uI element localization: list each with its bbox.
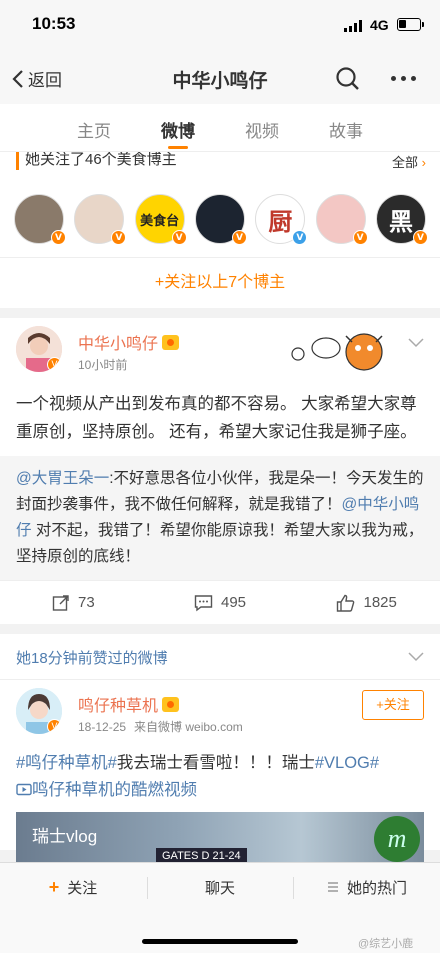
chevron-down-icon[interactable] [408,338,424,348]
page-title: 中华小鸣仔 [172,71,268,92]
watermark-text: @综艺小鹿 [358,938,414,950]
followed-avatar[interactable]: 厨V [255,194,308,245]
mention-link[interactable]: @大胃王朵一 [16,470,109,487]
chat-button[interactable]: 聊天 [148,863,292,911]
post-text-body: 我去瑞士看雪啦！！！瑞士 [116,754,315,772]
followed-avatar[interactable]: V [315,194,368,245]
repost-button[interactable]: 73 [0,581,147,624]
video-link-text: 鸣仔种草机的酷燃视频 [32,781,197,799]
verified-badge-icon: V [231,230,247,245]
thumbs-up-icon [337,594,355,612]
post-source: 来自微博 weibo.com [134,720,243,734]
post-header: V 鸣仔种草机 18-12-25 来自微博 weibo.com +关注 [0,680,440,746]
tab-video[interactable]: 视频 [244,104,280,151]
verified-badge-icon: V [47,357,62,372]
tab-story[interactable]: 故事 [328,104,364,151]
home-indicator [142,939,298,944]
signal-icon [344,20,362,32]
liked-section-title: 她18分钟前赞过的微博 [16,650,168,667]
follow-bottom-button[interactable]: + 关注 [0,863,146,911]
share-icon [52,594,69,611]
sticker-decoration [291,333,383,371]
verified-badge-icon: V [412,230,428,245]
video-title: 瑞士vlog [32,827,98,846]
hot-posts-label: 她的热门 [346,879,407,897]
follow-all-button[interactable]: +关注以上7个博主 [0,258,440,308]
more-icon[interactable] [391,76,416,81]
post-actions: 73 495 1825 [0,580,440,624]
video-logo-icon: m [374,816,420,862]
tab-weibo[interactable]: 微博 [160,104,196,151]
comment-icon [194,594,213,611]
verified-badge-icon: V [352,230,368,245]
see-all-link[interactable]: 全部 › [392,152,426,171]
video-link[interactable]: 鸣仔种草机的酷燃视频 [16,781,197,799]
repost-text-b: 对不起，我错了！希望你能原谅我！希望大家以我为戒，坚持原创的底线！ [16,522,424,565]
followed-avatars: V V 美食台 V V 厨 V V 黑 V [0,174,440,258]
comment-button[interactable]: 495 [147,581,294,624]
avatar[interactable]: V [16,688,62,734]
see-all-label: 全部 [392,155,419,170]
vip-crown-icon [162,696,180,712]
network-label: 4G [370,17,389,33]
profile-tabs: 主页 微博 视频 故事 [0,104,440,152]
verified-badge-icon: V [111,230,127,245]
battery-icon [397,18,424,31]
post-username[interactable]: 鸣仔种草机 [78,692,180,716]
verified-badge-icon: V [171,230,187,245]
post-time: 10小时前 [78,358,128,372]
followed-avatar[interactable]: V [74,194,127,245]
hashtag-link-2[interactable]: #VLOG# [315,754,379,772]
post-text: 一个视频从产出到发布真的都不容易。 大家希望大家尊重原创，坚持原创。 还有，希望… [16,395,417,441]
comment-count: 495 [220,594,247,611]
search-icon[interactable] [335,66,361,92]
username-text: 鸣仔种草机 [78,698,159,715]
verified-badge-icon: V [292,230,308,245]
status-bar: 10:53 4G [0,0,440,52]
post-meta: 18-12-25 来自微博 weibo.com [78,718,251,735]
followed-avatar[interactable]: V [194,194,247,245]
reposted-content[interactable]: @大胃王朵一:不好意思各位小伙伴，我是朵一！今天发生的封面抄袭事件，我不做任何解… [0,456,440,580]
avatar[interactable]: V [16,326,62,372]
verified-badge-icon: V [47,719,62,734]
top-nav: 返回 中华小鸣仔 [0,52,440,104]
following-summary: 她关注了46个美食博主 全部 › [0,152,440,174]
verified-badge-icon: V [51,230,66,245]
follow-button[interactable]: +关注 [362,690,424,720]
chevron-down-icon[interactable] [408,652,424,662]
post-card: V 中华小鸣仔 10小时前 一个视频从产出到发布真的都不容易。 大家希望大家尊重… [0,318,440,624]
repost-count: 73 [77,594,95,611]
follow-bottom-label: 关注 [67,879,98,897]
video-icon [16,783,32,796]
followed-avatar[interactable]: 黑V [375,194,428,245]
status-time: 10:53 [32,14,76,33]
post-username[interactable]: 中华小鸣仔 [78,330,180,354]
following-text: 她关注了46个美食博主 [16,152,177,170]
hashtag-link[interactable]: #鸣仔种草机# [16,754,117,772]
liked-post-card: V 鸣仔种草机 18-12-25 来自微博 weibo.com +关注 #鸣仔种草… [0,680,440,872]
post-date: 18-12-25 [78,720,127,734]
username-text: 中华小鸣仔 [78,336,159,353]
vip-crown-icon [162,334,180,350]
post-text: #鸣仔种草机#我去瑞士看雪啦！！！瑞士#VLOG# 鸣仔种草机的酷燃视频 [0,746,440,804]
post-header: V 中华小鸣仔 10小时前 [0,318,440,384]
followed-avatar[interactable]: 美食台 V [134,194,187,245]
tab-home[interactable]: 主页 [76,104,112,151]
liked-section-header: 她18分钟前赞过的微博 [0,634,440,680]
like-count: 1825 [363,594,397,611]
plus-icon: + [48,876,60,897]
followed-avatar[interactable]: V [14,194,66,245]
hot-posts-button[interactable]: 她的热门 [294,863,440,911]
list-icon [327,882,338,892]
like-button[interactable]: 1825 [293,581,440,624]
chevron-right-icon: › [421,155,426,170]
